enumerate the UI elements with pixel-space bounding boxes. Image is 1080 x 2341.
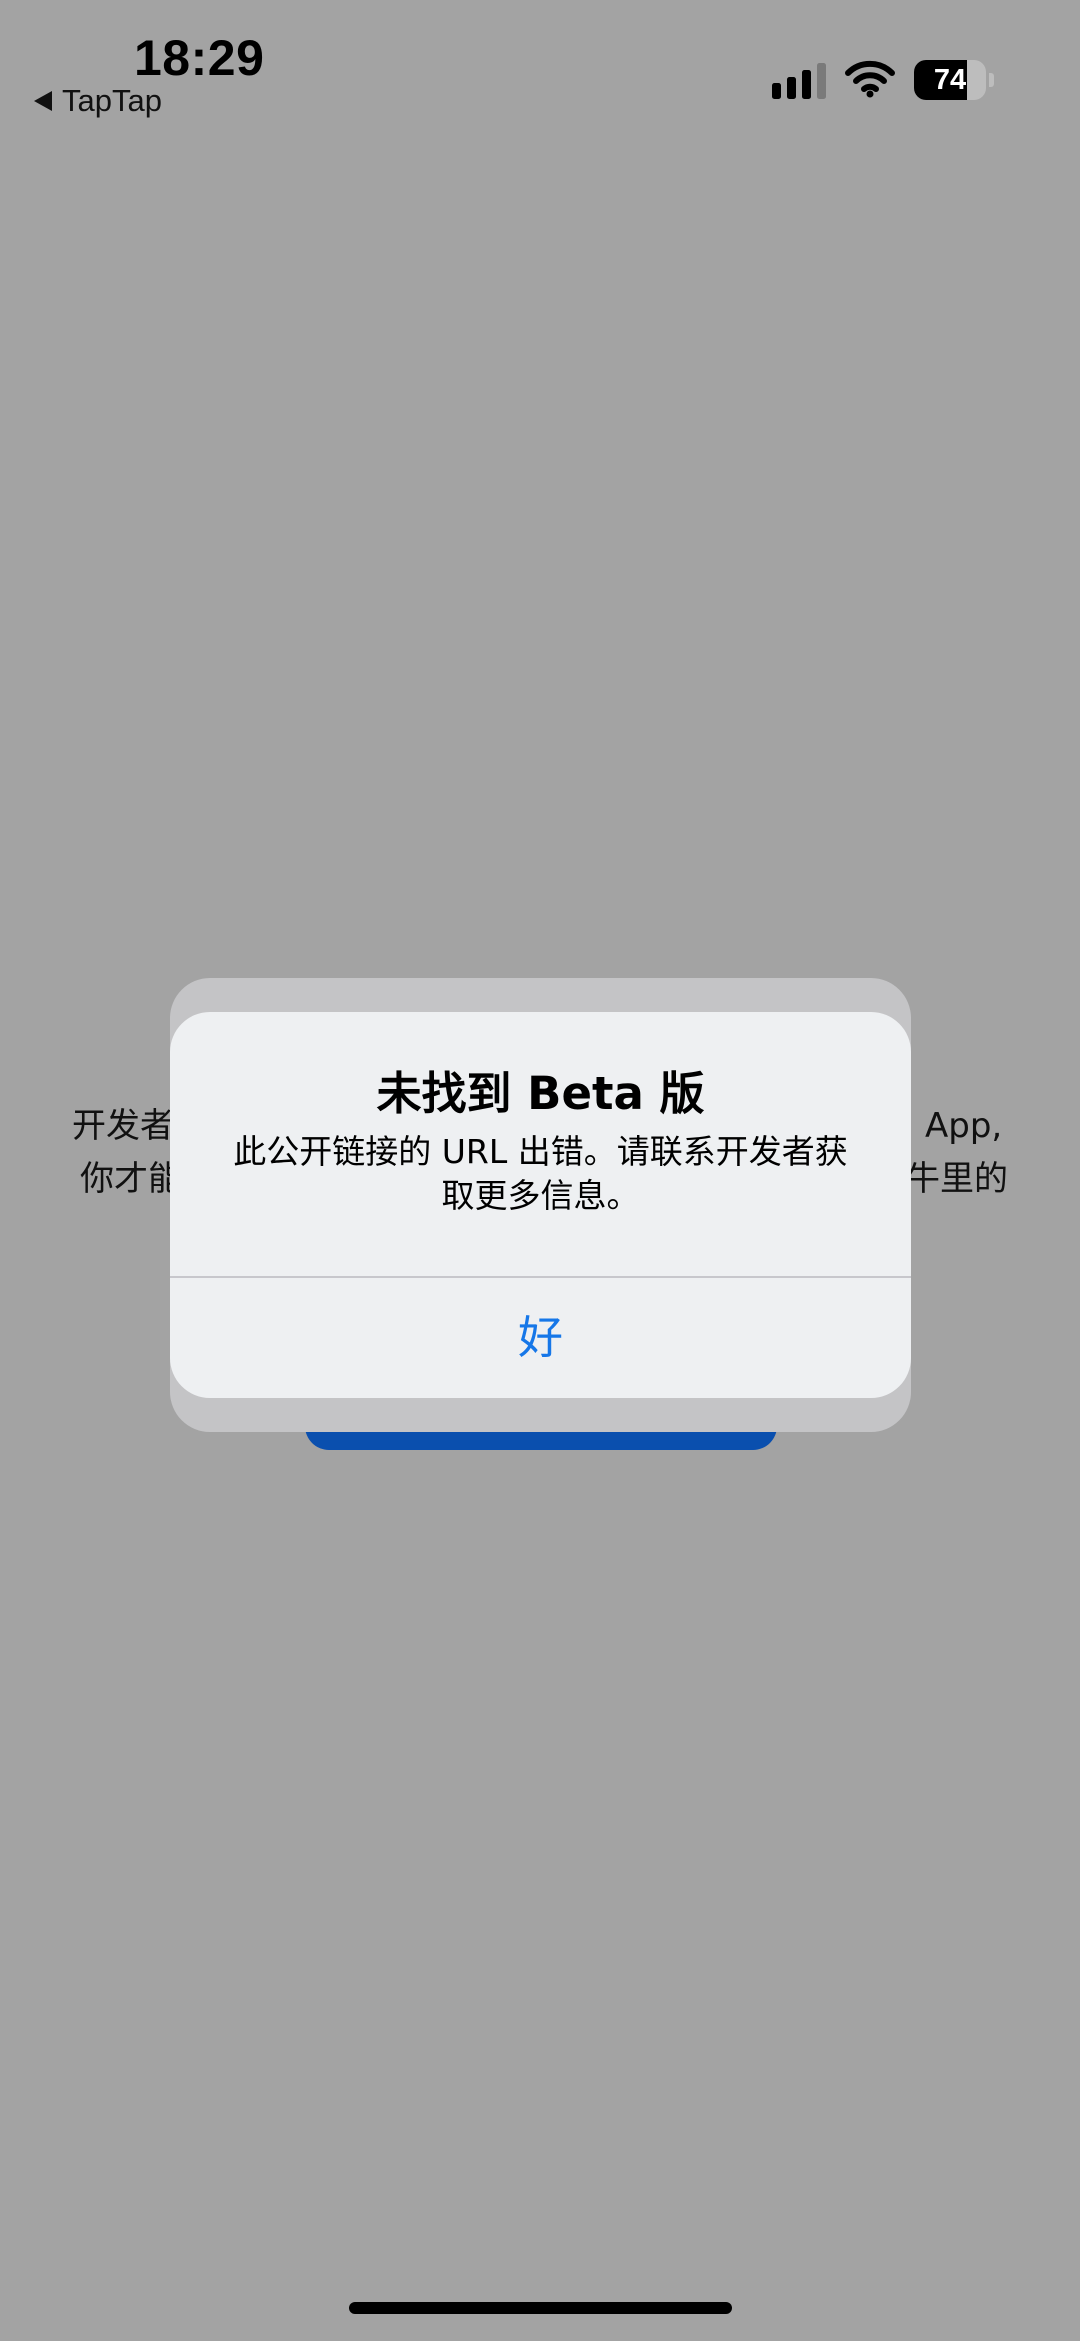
alert-message: 此公开链接的 URL 出错。请联系开发者获取更多信息。	[233, 1132, 848, 1215]
home-indicator[interactable]	[349, 2302, 732, 2314]
back-app-label: TapTap	[62, 83, 162, 118]
back-to-app-button[interactable]: TapTap	[34, 82, 162, 120]
alert-title: 未找到 Beta 版	[376, 1067, 705, 1120]
alert-dialog: 未找到 Beta 版 此公开链接的 URL 出错。请联系开发者获取更多信息。 好	[170, 1012, 911, 1398]
battery-icon: 74	[914, 60, 998, 100]
battery-cap	[989, 73, 994, 87]
battery-body: 74	[914, 60, 986, 100]
wifi-icon	[845, 60, 895, 98]
status-time: 18:29	[134, 30, 265, 86]
background-text-line2-left: 你才能	[80, 1159, 182, 1199]
background-text-line1-right: App,	[925, 1106, 1003, 1146]
background-text-line1-left: 开发者	[72, 1106, 174, 1146]
battery-percent: 74	[933, 64, 967, 96]
alert-ok-button[interactable]: 好	[170, 1278, 911, 1398]
back-arrow-icon	[34, 91, 52, 111]
cellular-signal-icon	[772, 63, 826, 99]
background-text-line2-right: 牛里的	[906, 1159, 1008, 1199]
